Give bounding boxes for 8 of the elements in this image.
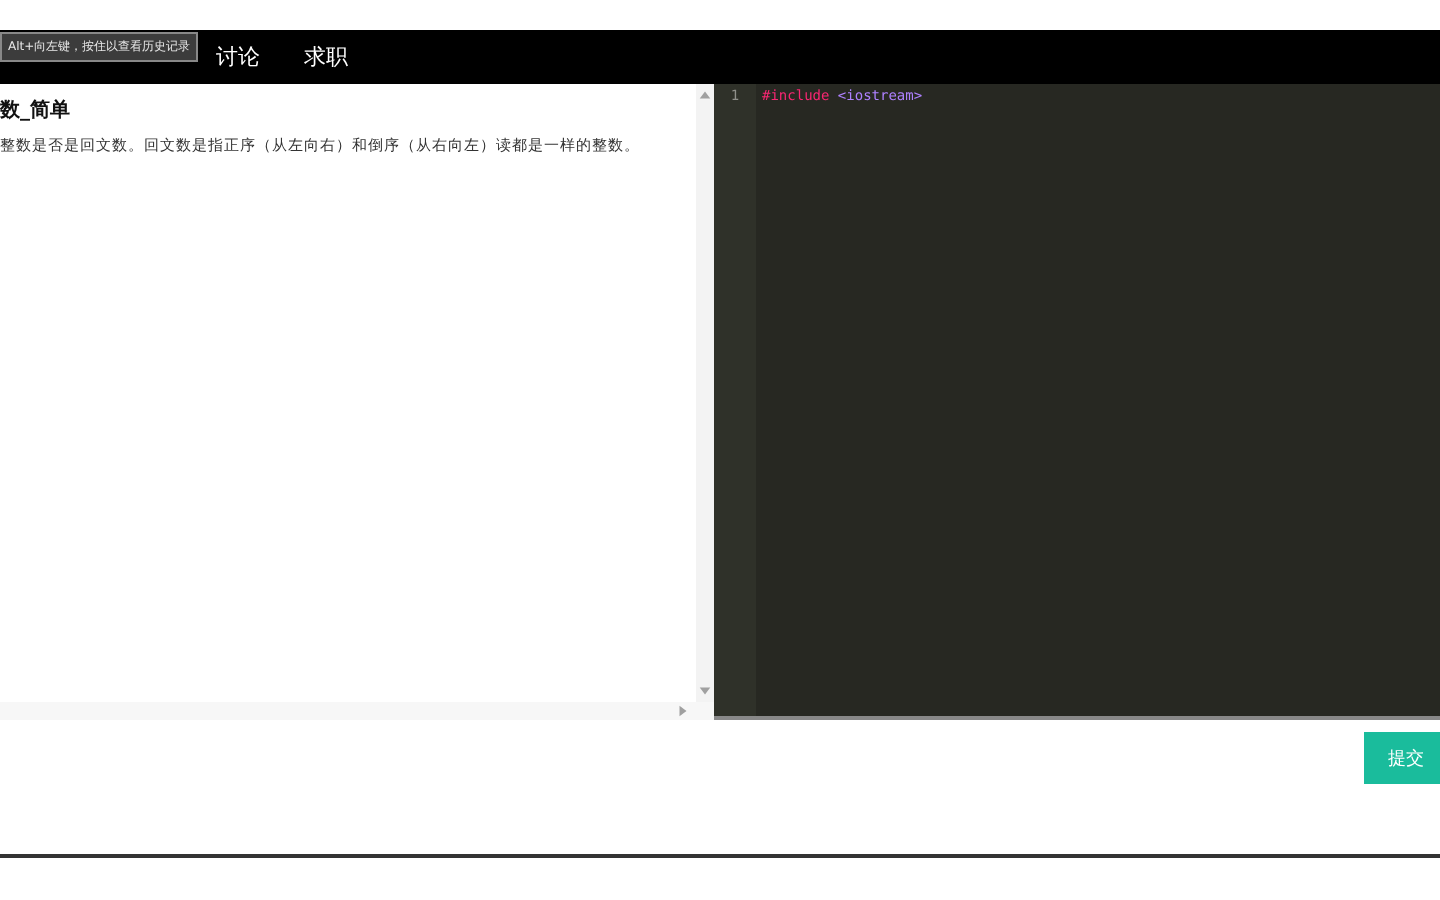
scroll-down-icon[interactable] (698, 684, 712, 698)
problem-title: 数_简单 (0, 97, 72, 124)
scroll-right-icon[interactable] (676, 704, 690, 718)
horizontal-scrollbar[interactable] (0, 702, 714, 720)
nav-link[interactable]: 求职 (304, 42, 348, 72)
nav-link[interactable]: 讨论 (216, 42, 260, 72)
vertical-scrollbar[interactable] (696, 84, 714, 702)
scroll-up-icon[interactable] (698, 88, 712, 102)
